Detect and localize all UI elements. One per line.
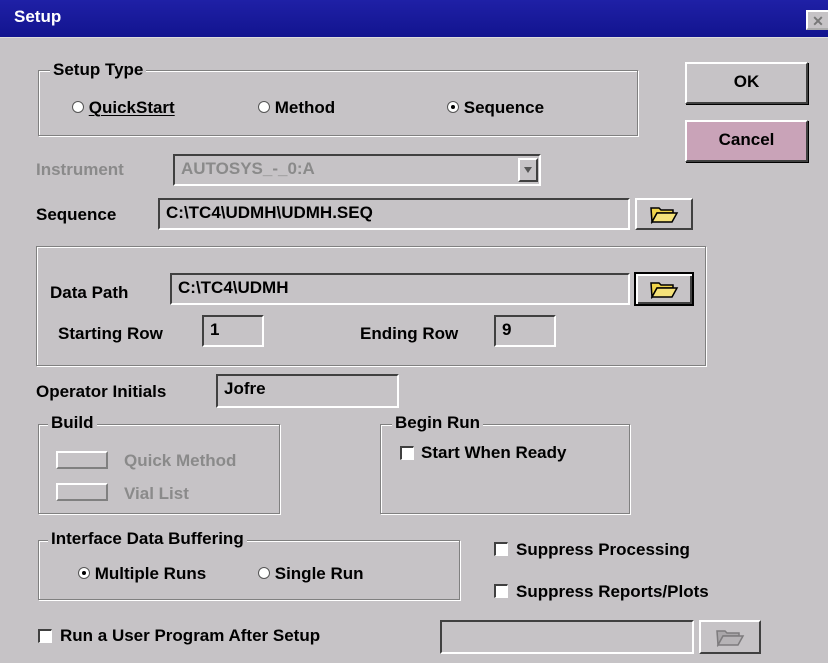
radio-method-indicator[interactable] [258, 101, 270, 113]
interface-data-buffering-legend: Interface Data Buffering [48, 530, 247, 548]
data-path-input[interactable]: C:\TC4\UDMH [170, 273, 630, 305]
data-path-value: C:\TC4\UDMH [178, 278, 289, 297]
user-program-input[interactable] [440, 620, 694, 654]
operator-initials-value: Jofre [224, 379, 266, 398]
suppress-reports-checkbox[interactable] [494, 584, 508, 598]
radio-multiple-runs[interactable]: Multiple Runs [78, 564, 206, 584]
sequence-browse-button[interactable] [635, 198, 693, 230]
radio-method-label: Method [274, 98, 336, 117]
instrument-label: Instrument [36, 160, 124, 179]
instrument-value: AUTOSYS_-_0:A [181, 159, 315, 178]
start-when-ready-checkbox[interactable] [400, 446, 414, 460]
radio-sequence-indicator[interactable] [447, 101, 459, 113]
sequence-label: Sequence [36, 205, 117, 224]
radio-sequence-label: Sequence [463, 98, 545, 117]
ok-button-label: OK [733, 72, 760, 91]
setup-type-legend: Setup Type [50, 61, 147, 79]
ending-row-label: Ending Row [360, 324, 459, 343]
vial-list-button[interactable] [56, 483, 108, 501]
ending-row-input[interactable]: 9 [494, 315, 556, 347]
start-when-ready-label[interactable]: Start When Ready [421, 443, 566, 463]
begin-run-legend: Begin Run [392, 414, 483, 432]
radio-single-run[interactable]: Single Run [258, 564, 364, 584]
instrument-dropdown[interactable]: AUTOSYS_-_0:A [173, 154, 541, 186]
ending-row-value: 9 [502, 320, 512, 339]
data-path-browse-button[interactable] [634, 272, 694, 306]
starting-row-value: 1 [210, 320, 220, 339]
sequence-input[interactable]: C:\TC4\UDMH\UDMH.SEQ [158, 198, 630, 230]
suppress-processing-checkbox[interactable] [494, 542, 508, 556]
quick-method-label[interactable]: Quick Method [124, 451, 236, 471]
radio-multiple-runs-indicator[interactable] [78, 567, 90, 579]
quick-method-button[interactable] [56, 451, 108, 469]
radio-method[interactable]: Method [258, 98, 335, 118]
operator-initials-input[interactable]: Jofre [216, 374, 399, 408]
radio-sequence[interactable]: Sequence [447, 98, 544, 118]
data-path-group [36, 246, 706, 366]
vial-list-label[interactable]: Vial List [124, 484, 189, 504]
starting-row-input[interactable]: 1 [202, 315, 264, 347]
folder-open-icon [716, 630, 745, 647]
folder-open-icon [650, 282, 679, 299]
radio-single-run-label: Single Run [274, 564, 364, 583]
run-user-program-label[interactable]: Run a User Program After Setup [60, 626, 320, 646]
radio-single-run-indicator[interactable] [258, 567, 270, 579]
begin-run-group [380, 424, 630, 514]
operator-initials-label: Operator Initials [36, 382, 167, 401]
suppress-reports-label[interactable]: Suppress Reports/Plots [516, 582, 709, 602]
cancel-button-label: Cancel [718, 130, 775, 149]
close-icon: ✕ [812, 13, 824, 29]
sequence-value: C:\TC4\UDMH\UDMH.SEQ [166, 203, 373, 222]
ok-button[interactable]: OK [685, 62, 808, 104]
close-button[interactable]: ✕ [806, 10, 828, 30]
suppress-processing-label[interactable]: Suppress Processing [516, 540, 690, 560]
cancel-button[interactable]: Cancel [685, 120, 808, 162]
run-user-program-checkbox[interactable] [38, 629, 52, 643]
folder-open-icon [650, 207, 679, 224]
build-legend: Build [48, 414, 97, 432]
data-path-label: Data Path [50, 283, 129, 302]
window-title: Setup [14, 7, 62, 26]
title-bar: Setup [0, 0, 828, 38]
radio-quickstart-label: QuickStart [88, 98, 175, 117]
radio-quickstart[interactable]: QuickStart [72, 98, 175, 118]
starting-row-label: Starting Row [58, 324, 163, 343]
radio-quickstart-indicator[interactable] [72, 101, 84, 113]
user-program-browse-button[interactable] [699, 620, 761, 654]
radio-multiple-runs-label: Multiple Runs [94, 564, 207, 583]
dropdown-arrow-icon[interactable] [518, 158, 538, 182]
